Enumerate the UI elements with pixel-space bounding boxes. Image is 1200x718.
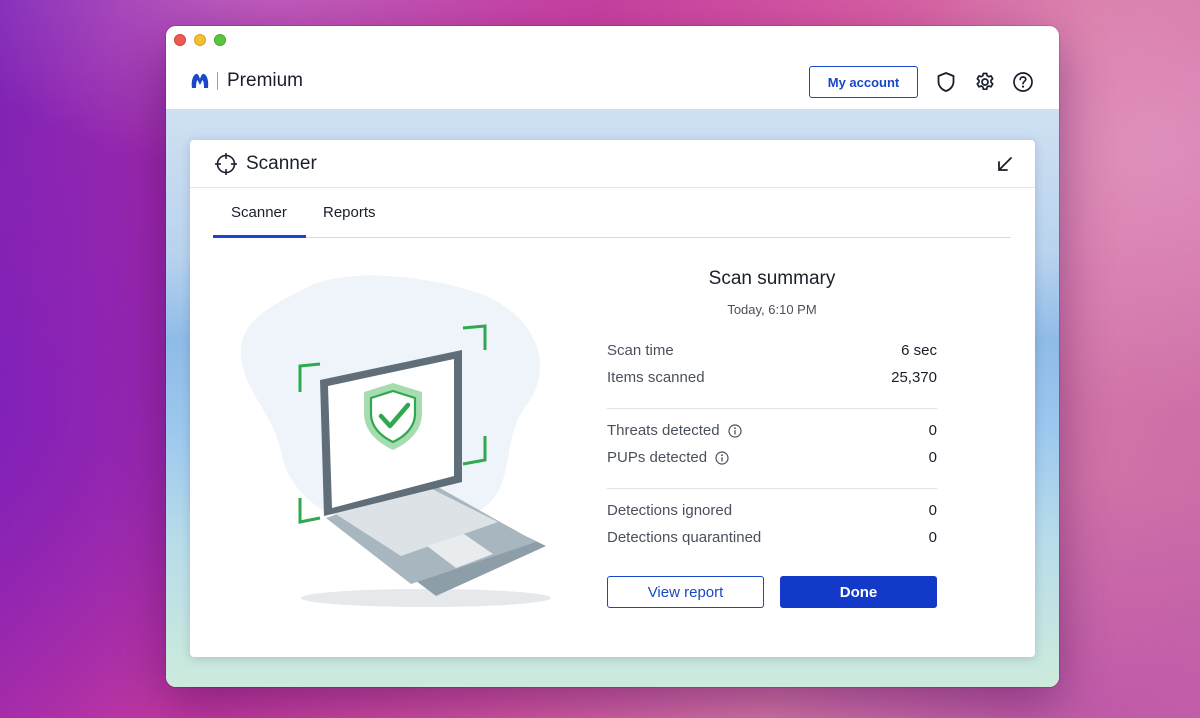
row-label: Scan time <box>607 342 674 359</box>
zoom-window-button[interactable] <box>214 34 226 46</box>
gear-icon[interactable] <box>974 71 996 93</box>
close-window-button[interactable] <box>174 34 186 46</box>
my-account-button[interactable]: My account <box>809 66 918 98</box>
scanner-panel: Scanner Scanner Reports Scan summary Tod… <box>190 140 1035 657</box>
brand-divider <box>217 72 218 90</box>
summary-row-items-scanned: Items scanned 25,370 <box>607 369 937 389</box>
row-value: 6 sec <box>901 342 937 359</box>
row-label: Detections quarantined <box>607 529 762 546</box>
summary-row-scan-time: Scan time 6 sec <box>607 342 937 362</box>
row-label-wrap: Threats detected <box>607 422 742 439</box>
row-label: Threats detected <box>607 422 720 439</box>
tab-scanner[interactable]: Scanner <box>231 204 287 221</box>
help-icon[interactable] <box>1012 71 1034 93</box>
divider <box>607 488 937 489</box>
row-value: 25,370 <box>891 369 937 386</box>
tab-reports[interactable]: Reports <box>323 204 376 221</box>
panel-header: Scanner <box>190 140 1035 188</box>
info-icon[interactable] <box>715 450 729 465</box>
row-label-wrap: PUPs detected <box>607 449 729 466</box>
crosshair-icon <box>215 153 237 175</box>
row-label: PUPs detected <box>607 449 708 466</box>
row-value: 0 <box>928 449 937 466</box>
done-button[interactable]: Done <box>780 576 937 608</box>
minimize-icon[interactable] <box>995 154 1015 174</box>
row-value: 0 <box>928 529 937 546</box>
minimize-window-button[interactable] <box>194 34 206 46</box>
panel-title: Scanner <box>246 153 317 174</box>
window-header: Premium My account <box>166 26 1059 110</box>
malwarebytes-logo-icon <box>191 73 209 88</box>
row-label: Items scanned <box>607 369 705 386</box>
active-tab-indicator <box>213 235 306 238</box>
summary-date: Today, 6:10 PM <box>727 302 817 317</box>
row-value: 0 <box>928 422 937 439</box>
panel-tabs: Scanner Reports <box>213 188 1011 238</box>
laptop-shield-illustration <box>240 275 551 607</box>
row-label: Detections ignored <box>607 502 733 519</box>
summary-row-pups: PUPs detected 0 <box>607 449 937 469</box>
shield-icon[interactable] <box>935 71 957 93</box>
row-value: 0 <box>928 502 937 519</box>
summary-row-quarantined: Detections quarantined 0 <box>607 529 937 549</box>
summary-row-threats: Threats detected 0 <box>607 422 937 442</box>
divider <box>607 408 937 409</box>
summary-title: Scan summary <box>708 268 836 289</box>
summary-row-ignored: Detections ignored 0 <box>607 502 937 522</box>
view-report-button[interactable]: View report <box>607 576 764 608</box>
app-window: Premium My account Scanner Scanner Repor… <box>166 26 1059 687</box>
info-icon[interactable] <box>727 423 742 438</box>
brand-title: Premium <box>227 70 304 91</box>
